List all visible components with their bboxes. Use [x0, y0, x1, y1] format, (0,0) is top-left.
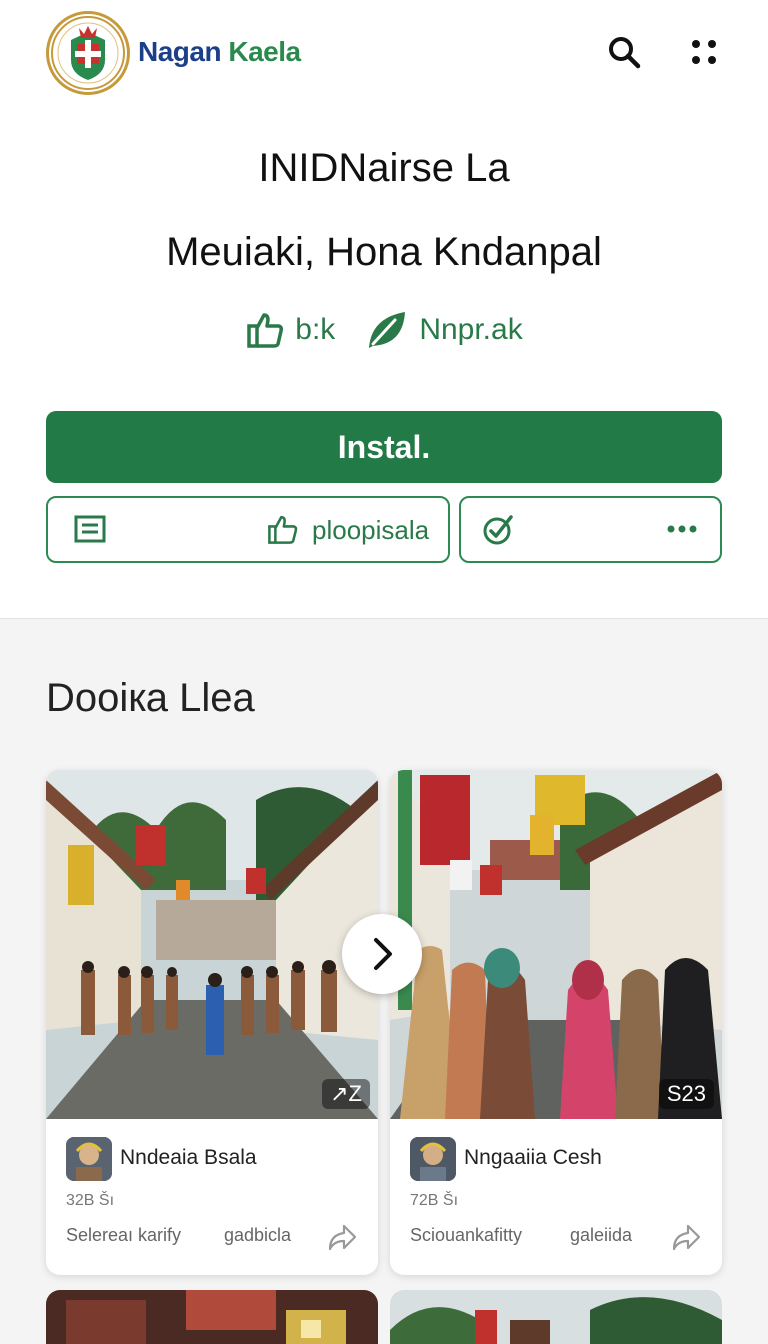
avatar[interactable]: [66, 1137, 112, 1181]
grid-dots-icon: [692, 40, 716, 64]
share-icon[interactable]: [326, 1221, 358, 1253]
list-icon: [74, 515, 106, 543]
brand-name-part2: Kaela: [228, 36, 301, 67]
menu-button[interactable]: [680, 28, 728, 76]
leaf-icon: [369, 312, 406, 348]
carousel-next-button[interactable]: [342, 914, 422, 994]
search-icon: [609, 37, 641, 69]
brand-name-part1: Nagan: [138, 36, 222, 67]
card-footer-left: Selereaı karify: [66, 1225, 182, 1245]
author-name[interactable]: Nngaaiia Cesh: [464, 1146, 602, 1170]
stat-likes: b:k: [245, 310, 335, 350]
card-meta: 32B Šı: [66, 1192, 115, 1209]
thumbs-up-icon: [268, 515, 298, 544]
photo-card[interactable]: ↗Z Nndeaia Bsala 32B Šı Selereaı karify …: [46, 770, 378, 1275]
stat-leaf-label: Nnpr.ak: [419, 313, 523, 346]
install-button[interactable]: Instal.: [46, 411, 722, 483]
avatar[interactable]: [410, 1137, 456, 1181]
brand-name: Nagan Kaela: [138, 36, 301, 68]
check-badge-icon: [483, 515, 513, 545]
card-meta: 72B Šı: [410, 1192, 459, 1209]
thumbs-up-icon: [247, 313, 284, 348]
app-stats: b:k Nnpr.ak: [0, 308, 768, 352]
photo-card-peek[interactable]: [390, 1290, 722, 1344]
app-title: INIDNairse La: [258, 146, 510, 190]
photo-card[interactable]: S23 Nngaaiia Cesh 72B Šı Sciouankafitty …: [390, 770, 722, 1275]
chevron-right-icon: [374, 938, 392, 970]
like-action-button[interactable]: ploopisala: [46, 496, 450, 563]
card-photo[interactable]: ↗Z: [46, 770, 378, 1119]
photo-card-peek[interactable]: [46, 1290, 378, 1344]
section-title: Dooiкa Llea: [46, 676, 255, 720]
card-photo[interactable]: S23: [390, 770, 722, 1119]
card-footer-right: gadbicla: [224, 1225, 292, 1245]
more-actions-button[interactable]: [459, 496, 722, 563]
card-footer-right: galeiida: [570, 1225, 633, 1245]
share-icon[interactable]: [670, 1221, 702, 1253]
stat-likes-label: b:k: [295, 313, 336, 346]
card-footer-left: Sciouankafitty: [410, 1225, 523, 1245]
author-name[interactable]: Nndeaia Bsala: [120, 1146, 257, 1170]
brand-logo: [46, 11, 130, 95]
app-subtitle: Meuiaki, Hona Kndanpal: [166, 230, 602, 274]
search-button[interactable]: [600, 28, 648, 76]
more-dots-icon: [667, 525, 697, 533]
image-count-badge: S23: [658, 1079, 714, 1109]
stat-leaf: Nnpr.ak: [365, 308, 523, 352]
image-count-badge: ↗Z: [322, 1079, 370, 1109]
like-action-label: ploopisala: [312, 515, 430, 545]
app-header: Nagan Kaela: [0, 0, 768, 110]
